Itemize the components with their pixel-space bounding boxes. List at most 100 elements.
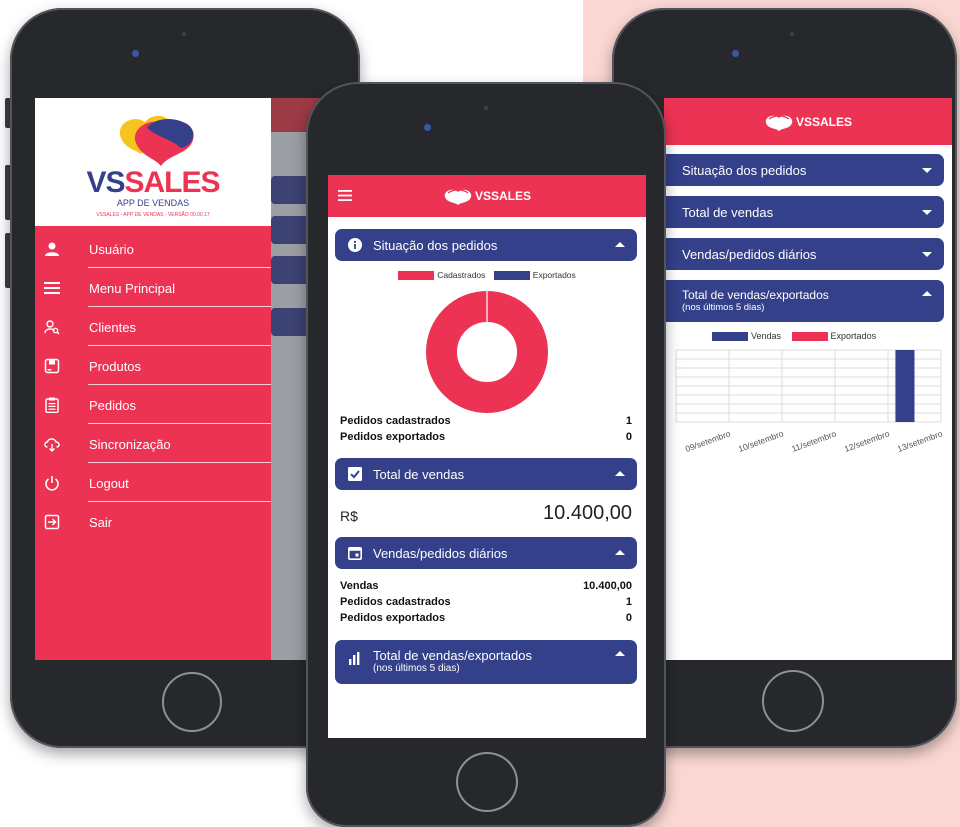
app-brand: VSSALES: [328, 175, 646, 217]
chevron-down-icon[interactable]: [922, 252, 932, 257]
chevron-up-icon[interactable]: [615, 242, 625, 247]
phone-sensor: [790, 32, 794, 36]
panel-vendas-exportados[interactable]: Total de vendas/exportados (nos últimos …: [664, 280, 944, 322]
panel-title: Total de vendas/exportados: [373, 648, 532, 663]
legend-swatch-cadastrados: [398, 271, 435, 281]
menu-item-produtos[interactable]: Produtos: [35, 347, 271, 385]
left-screen: VSSALES APP DE VENDAS VSSALES - APP DE V…: [35, 98, 335, 660]
version-label: VSSALES - APP DE VENDAS - VERSÃO 00.00.1…: [96, 212, 210, 218]
app-header: VSSALES: [328, 175, 646, 217]
donut-chart: [426, 291, 548, 413]
stat-label: Pedidos exportados: [340, 612, 446, 624]
legend-label-exportados: Exportados: [830, 331, 877, 341]
panel-title: Total de vendas/exportados: [682, 288, 829, 302]
panel-subtitle: (nos últimos 5 dias): [373, 663, 460, 674]
menu-item-clientes[interactable]: Clientes: [35, 308, 271, 346]
panel-title: Situação dos pedidos: [373, 237, 498, 253]
brand-logo-icon: [765, 114, 793, 131]
stat-label: Vendas: [340, 580, 379, 592]
checkbox-checked-icon: [347, 466, 363, 482]
chevron-down-icon[interactable]: [922, 168, 932, 173]
bar-vendas-4: [895, 350, 915, 422]
x-tick-label: 10/setembro: [737, 428, 785, 454]
stat-label: Pedidos exportados: [340, 431, 446, 443]
navigation-drawer: VSSALES APP DE VENDAS VSSALES - APP DE V…: [35, 98, 271, 660]
panel-title-group: Total de vendas/exportados (nos últimos …: [682, 288, 829, 313]
brand-logo-icon: [119, 115, 194, 166]
divider: [88, 345, 271, 346]
calendar-icon: [347, 545, 363, 561]
menu-item-label: Sair: [89, 514, 113, 530]
menu-item-label: Clientes: [89, 319, 136, 335]
stat-value: 1: [625, 596, 632, 608]
menu-item-usuario[interactable]: Usuário: [35, 230, 271, 268]
legend-swatch-exportados: [493, 271, 530, 281]
phone-camera: [424, 124, 431, 131]
stat-row: Pedidos cadastrados 1: [340, 596, 632, 608]
menu-item-menu-principal[interactable]: Menu Principal: [35, 269, 271, 307]
panel-title: Vendas/pedidos diários: [682, 246, 817, 262]
menu-item-label: Logout: [89, 475, 129, 491]
user-icon: [43, 240, 61, 258]
x-tick-label: 11/setembro: [790, 428, 837, 453]
chevron-up-icon[interactable]: [615, 471, 625, 476]
panel-total-vendas[interactable]: Total de vendas: [664, 196, 944, 228]
phone-camera: [132, 50, 139, 57]
bar-chart: 09/setembro 10/setembro 11/setembro 12/sete…: [675, 349, 944, 454]
divider: [88, 384, 271, 385]
x-tick-label: 13/setembro: [896, 428, 944, 454]
panel-title: Situação dos pedidos: [682, 162, 807, 178]
menu-item-sincronizacao[interactable]: Sincronização: [35, 425, 271, 463]
divider: [88, 462, 271, 463]
app-header: VSSALES: [664, 98, 952, 145]
chevron-down-icon[interactable]: [922, 210, 932, 215]
home-button[interactable]: [762, 670, 824, 732]
right-screen: VSSALES Situação dos pedidos Total de ve…: [664, 98, 952, 660]
x-tick-label: 12/setembro: [843, 428, 891, 454]
stat-label: Pedidos cadastrados: [340, 596, 451, 608]
currency-label: R$: [340, 508, 358, 524]
panel-situacao-pedidos[interactable]: Situação dos pedidos: [664, 154, 944, 186]
brand-vs: VS: [86, 166, 125, 199]
stat-row: Pedidos exportados 0: [340, 612, 632, 624]
brand-logo-icon: [444, 189, 472, 205]
info-icon: [347, 237, 363, 253]
chevron-up-icon[interactable]: [615, 550, 625, 555]
center-screen: VSSALES Situação dos pedidos Cadastrados…: [328, 175, 646, 738]
menu-item-label: Pedidos: [89, 397, 136, 413]
legend-swatch-vendas: [712, 332, 748, 342]
menu-item-label: Usuário: [89, 241, 134, 257]
chevron-up-icon[interactable]: [615, 651, 625, 656]
panel-vendas-diarias[interactable]: Vendas/pedidos diários: [335, 537, 637, 569]
bar-chart-icon: [347, 650, 363, 666]
brand-sales: SALES: [124, 166, 221, 199]
phone-camera: [732, 50, 739, 57]
stat-value: 10.400,00: [583, 580, 632, 592]
app-title: VSSALES: [474, 189, 531, 203]
legend-label-vendas: Vendas: [751, 331, 782, 341]
legend-swatch-exportados: [791, 332, 828, 342]
menu-icon: [43, 279, 61, 297]
panel-total-vendas[interactable]: Total de vendas: [335, 458, 637, 490]
menu-item-sair[interactable]: Sair: [35, 503, 271, 541]
panel-vendas-exportados[interactable]: Total de vendas/exportados (nos últimos …: [335, 640, 637, 684]
clipboard-icon: [43, 396, 61, 414]
home-button[interactable]: [456, 752, 518, 812]
stat-value: 0: [625, 612, 632, 624]
phone-sensor: [182, 32, 186, 36]
drawer-header: VSSALES APP DE VENDAS VSSALES - APP DE V…: [35, 98, 271, 226]
total-amount: 10.400,00: [543, 502, 632, 524]
stat-value: 1: [625, 415, 632, 427]
stat-row: Pedidos cadastrados 1: [340, 415, 632, 427]
home-button[interactable]: [162, 672, 222, 732]
menu-item-logout[interactable]: Logout: [35, 464, 271, 502]
legend-label-exportados: Exportados: [532, 270, 576, 280]
panel-title: Total de vendas: [682, 204, 774, 220]
panel-vendas-diarias[interactable]: Vendas/pedidos diários: [664, 238, 944, 270]
panel-situacao-pedidos[interactable]: Situação dos pedidos: [335, 229, 637, 261]
product-box-icon: [43, 357, 61, 375]
divider: [88, 501, 271, 502]
menu-item-pedidos[interactable]: Pedidos: [35, 386, 271, 424]
phone-sensor: [484, 106, 488, 110]
chevron-up-icon[interactable]: [922, 291, 932, 296]
